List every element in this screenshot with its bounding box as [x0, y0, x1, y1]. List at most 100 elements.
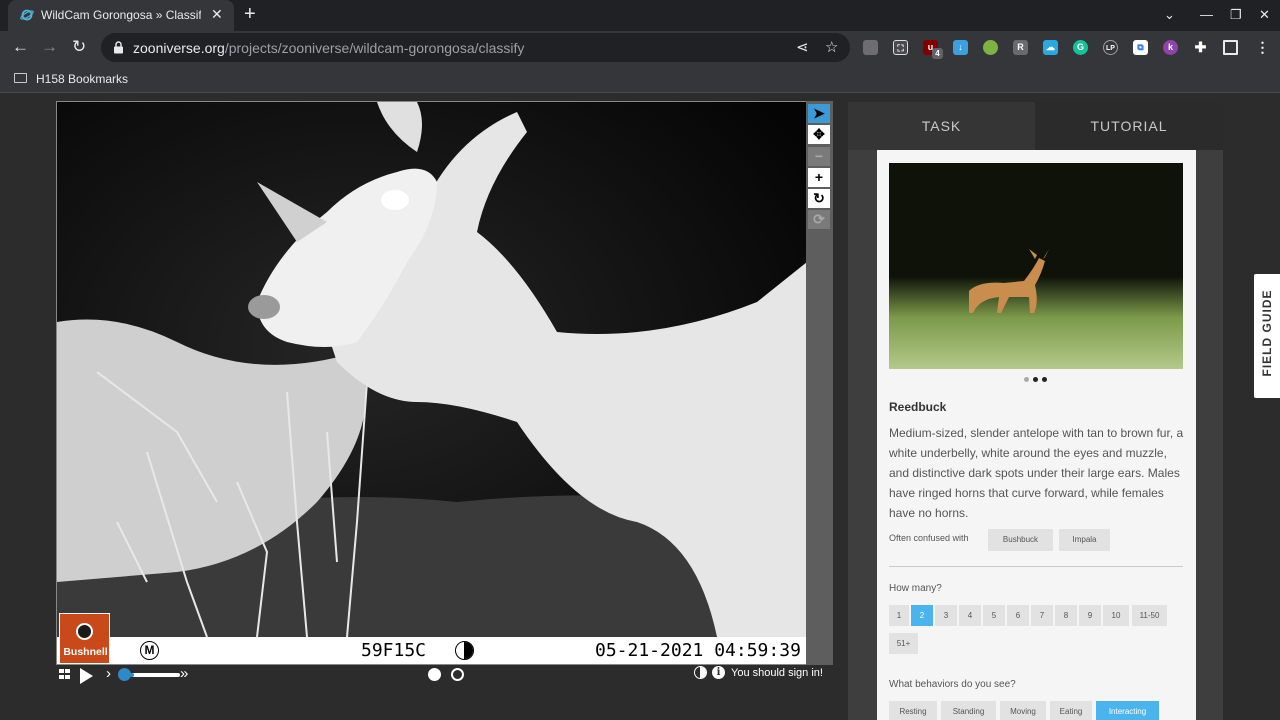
restore-icon[interactable]: ❐	[1230, 7, 1242, 23]
frame-dot-2[interactable]	[451, 668, 464, 681]
extension-badge: 4	[932, 48, 943, 59]
slower-icon[interactable]: ›	[106, 665, 111, 682]
carousel-dot-3[interactable]	[1042, 377, 1047, 382]
reset-icon[interactable]: ⟳	[808, 210, 830, 229]
reload-icon[interactable]: ↻	[72, 37, 86, 57]
scan-icon[interactable]: ⛶	[893, 40, 908, 55]
k-icon[interactable]: k	[1163, 40, 1178, 55]
count-option-11-50[interactable]: 11-50	[1132, 605, 1167, 626]
browser-toolbar: ← → ↻ zooniverse.org/projects/zooniverse…	[0, 31, 1280, 65]
camera-id: 59F15C	[361, 640, 427, 661]
confused-chip-bushbuck[interactable]: Bushbuck	[988, 529, 1053, 551]
minimize-icon[interactable]: —	[1200, 7, 1213, 22]
copy-icon[interactable]	[863, 40, 878, 55]
field-guide-tab[interactable]: FIELD GUIDE	[1254, 274, 1280, 398]
back-icon[interactable]: ←	[12, 37, 29, 57]
bookmarks-bar: H158 Bookmarks	[0, 65, 1280, 93]
puzzle-icon[interactable]: ✚	[1193, 40, 1208, 55]
behavior-resting[interactable]: Resting	[889, 701, 937, 720]
subject-viewer[interactable]: M 59F15C 05-21-2021 04:59:39 Bushnell	[56, 101, 808, 665]
count-option-7[interactable]: 7	[1031, 605, 1053, 626]
zoom-in-icon[interactable]: +	[808, 168, 830, 187]
count-option-4[interactable]: 4	[959, 605, 981, 626]
bookmark-folder[interactable]: H158 Bookmarks	[36, 72, 128, 86]
bushnell-logo-text: Bushnell	[63, 646, 108, 658]
confused-label: Often confused with	[889, 533, 969, 543]
url-text: zooniverse.org/projects/zooniverse/wildc…	[133, 40, 525, 56]
pan-icon[interactable]: ✥	[808, 125, 830, 144]
zoom-out-icon[interactable]: −	[808, 147, 830, 166]
grid-icon[interactable]	[59, 669, 71, 680]
task-panel: TASK TUTORIAL Reedbuck Medium-sized, sle…	[848, 102, 1223, 720]
count-option-51-plus[interactable]: 51+	[889, 633, 918, 654]
count-option-1[interactable]: 1	[889, 605, 909, 626]
species-photo	[889, 163, 1183, 369]
browser-tab[interactable]: WildCam Gorongosa » Classify ✕	[8, 0, 234, 31]
how-many-label: How many?	[889, 583, 942, 594]
behavior-standing[interactable]: Standing	[941, 701, 996, 720]
panel-tabs: TASK TUTORIAL	[848, 102, 1223, 150]
tab-close-icon[interactable]: ✕	[211, 6, 223, 23]
carousel-dot-2[interactable]	[1033, 377, 1038, 382]
frame-dot-1[interactable]	[428, 668, 441, 681]
behavior-interacting[interactable]: Interacting	[1096, 701, 1159, 720]
new-tab-icon[interactable]: +	[244, 3, 256, 26]
count-option-8[interactable]: 8	[1055, 605, 1077, 626]
camera-trap-image	[57, 102, 807, 637]
count-option-2[interactable]: 2	[911, 605, 933, 626]
invert-icon[interactable]	[694, 666, 707, 679]
bookmark-star-icon[interactable]: ☆	[825, 38, 838, 56]
behavior-eating[interactable]: Eating	[1050, 701, 1092, 720]
r-icon[interactable]: R	[1013, 40, 1028, 55]
sidepanel-icon[interactable]	[1223, 40, 1238, 55]
count-option-5[interactable]: 5	[983, 605, 1005, 626]
rotate-icon[interactable]: ↻	[808, 189, 830, 208]
close-window-icon[interactable]: ✕	[1259, 7, 1270, 23]
signin-notice[interactable]: You should sign in!	[731, 667, 823, 679]
behavior-moving[interactable]: Moving	[1000, 701, 1046, 720]
viewer-toolbar: ➤ ✥ − + ↻ ⟳	[806, 101, 833, 665]
bushnell-logo-mark	[76, 623, 93, 640]
lock-icon	[114, 41, 123, 54]
browser-tab-bar: WildCam Gorongosa » Classify ✕ + ⌄ — ❐ ✕	[0, 0, 1280, 31]
tab-search-icon[interactable]: ⌄	[1164, 7, 1175, 23]
menu-icon[interactable]: ⋮	[1255, 40, 1270, 55]
tab-title: WildCam Gorongosa » Classify	[41, 8, 201, 22]
moon-phase-icon	[455, 641, 474, 660]
count-option-9[interactable]: 9	[1079, 605, 1101, 626]
camera-info-strip: M 59F15C 05-21-2021 04:59:39	[57, 637, 807, 664]
grammarly-icon[interactable]: G	[1073, 40, 1088, 55]
address-bar[interactable]: zooniverse.org/projects/zooniverse/wildc…	[101, 33, 850, 62]
photo-timestamp: 05-21-2021 04:59:39	[595, 640, 801, 661]
zooniverse-favicon-icon	[20, 9, 34, 21]
behaviors-label: What behaviors do you see?	[889, 679, 1016, 690]
bracket-icon[interactable]: ⧉	[1133, 40, 1148, 55]
tab-tutorial[interactable]: TUTORIAL	[1035, 102, 1223, 150]
field-guide-label: FIELD GUIDE	[1260, 289, 1274, 377]
tab-task[interactable]: TASK	[848, 102, 1035, 150]
frame-controls: › » i You should sign in!	[56, 665, 836, 687]
confused-chip-impala[interactable]: Impala	[1059, 529, 1110, 551]
info-icon[interactable]: i	[712, 666, 725, 679]
species-card: Reedbuck Medium-sized, slender antelope …	[877, 150, 1196, 720]
speed-slider-thumb[interactable]	[118, 668, 131, 681]
bushnell-logo: Bushnell	[59, 613, 110, 664]
pointer-icon[interactable]: ➤	[808, 104, 830, 123]
species-name: Reedbuck	[889, 400, 947, 414]
download-icon[interactable]: ↓	[953, 40, 968, 55]
play-icon[interactable]	[80, 668, 93, 684]
share-icon[interactable]: ⋖	[796, 38, 809, 56]
globe-icon[interactable]	[983, 40, 998, 55]
count-option-10[interactable]: 10	[1103, 605, 1129, 626]
folder-icon	[14, 73, 27, 83]
faster-icon[interactable]: »	[180, 665, 188, 682]
forward-icon[interactable]: →	[41, 37, 58, 57]
species-description: Medium-sized, slender antelope with tan …	[889, 426, 1184, 520]
lp-icon[interactable]: LP	[1103, 40, 1118, 55]
count-option-6[interactable]: 6	[1007, 605, 1029, 626]
camera-mode: M	[140, 641, 159, 660]
carousel-dot-1[interactable]	[1024, 377, 1029, 382]
divider	[889, 566, 1183, 567]
count-option-3[interactable]: 3	[935, 605, 957, 626]
cloud-icon[interactable]: ☁	[1043, 40, 1058, 55]
